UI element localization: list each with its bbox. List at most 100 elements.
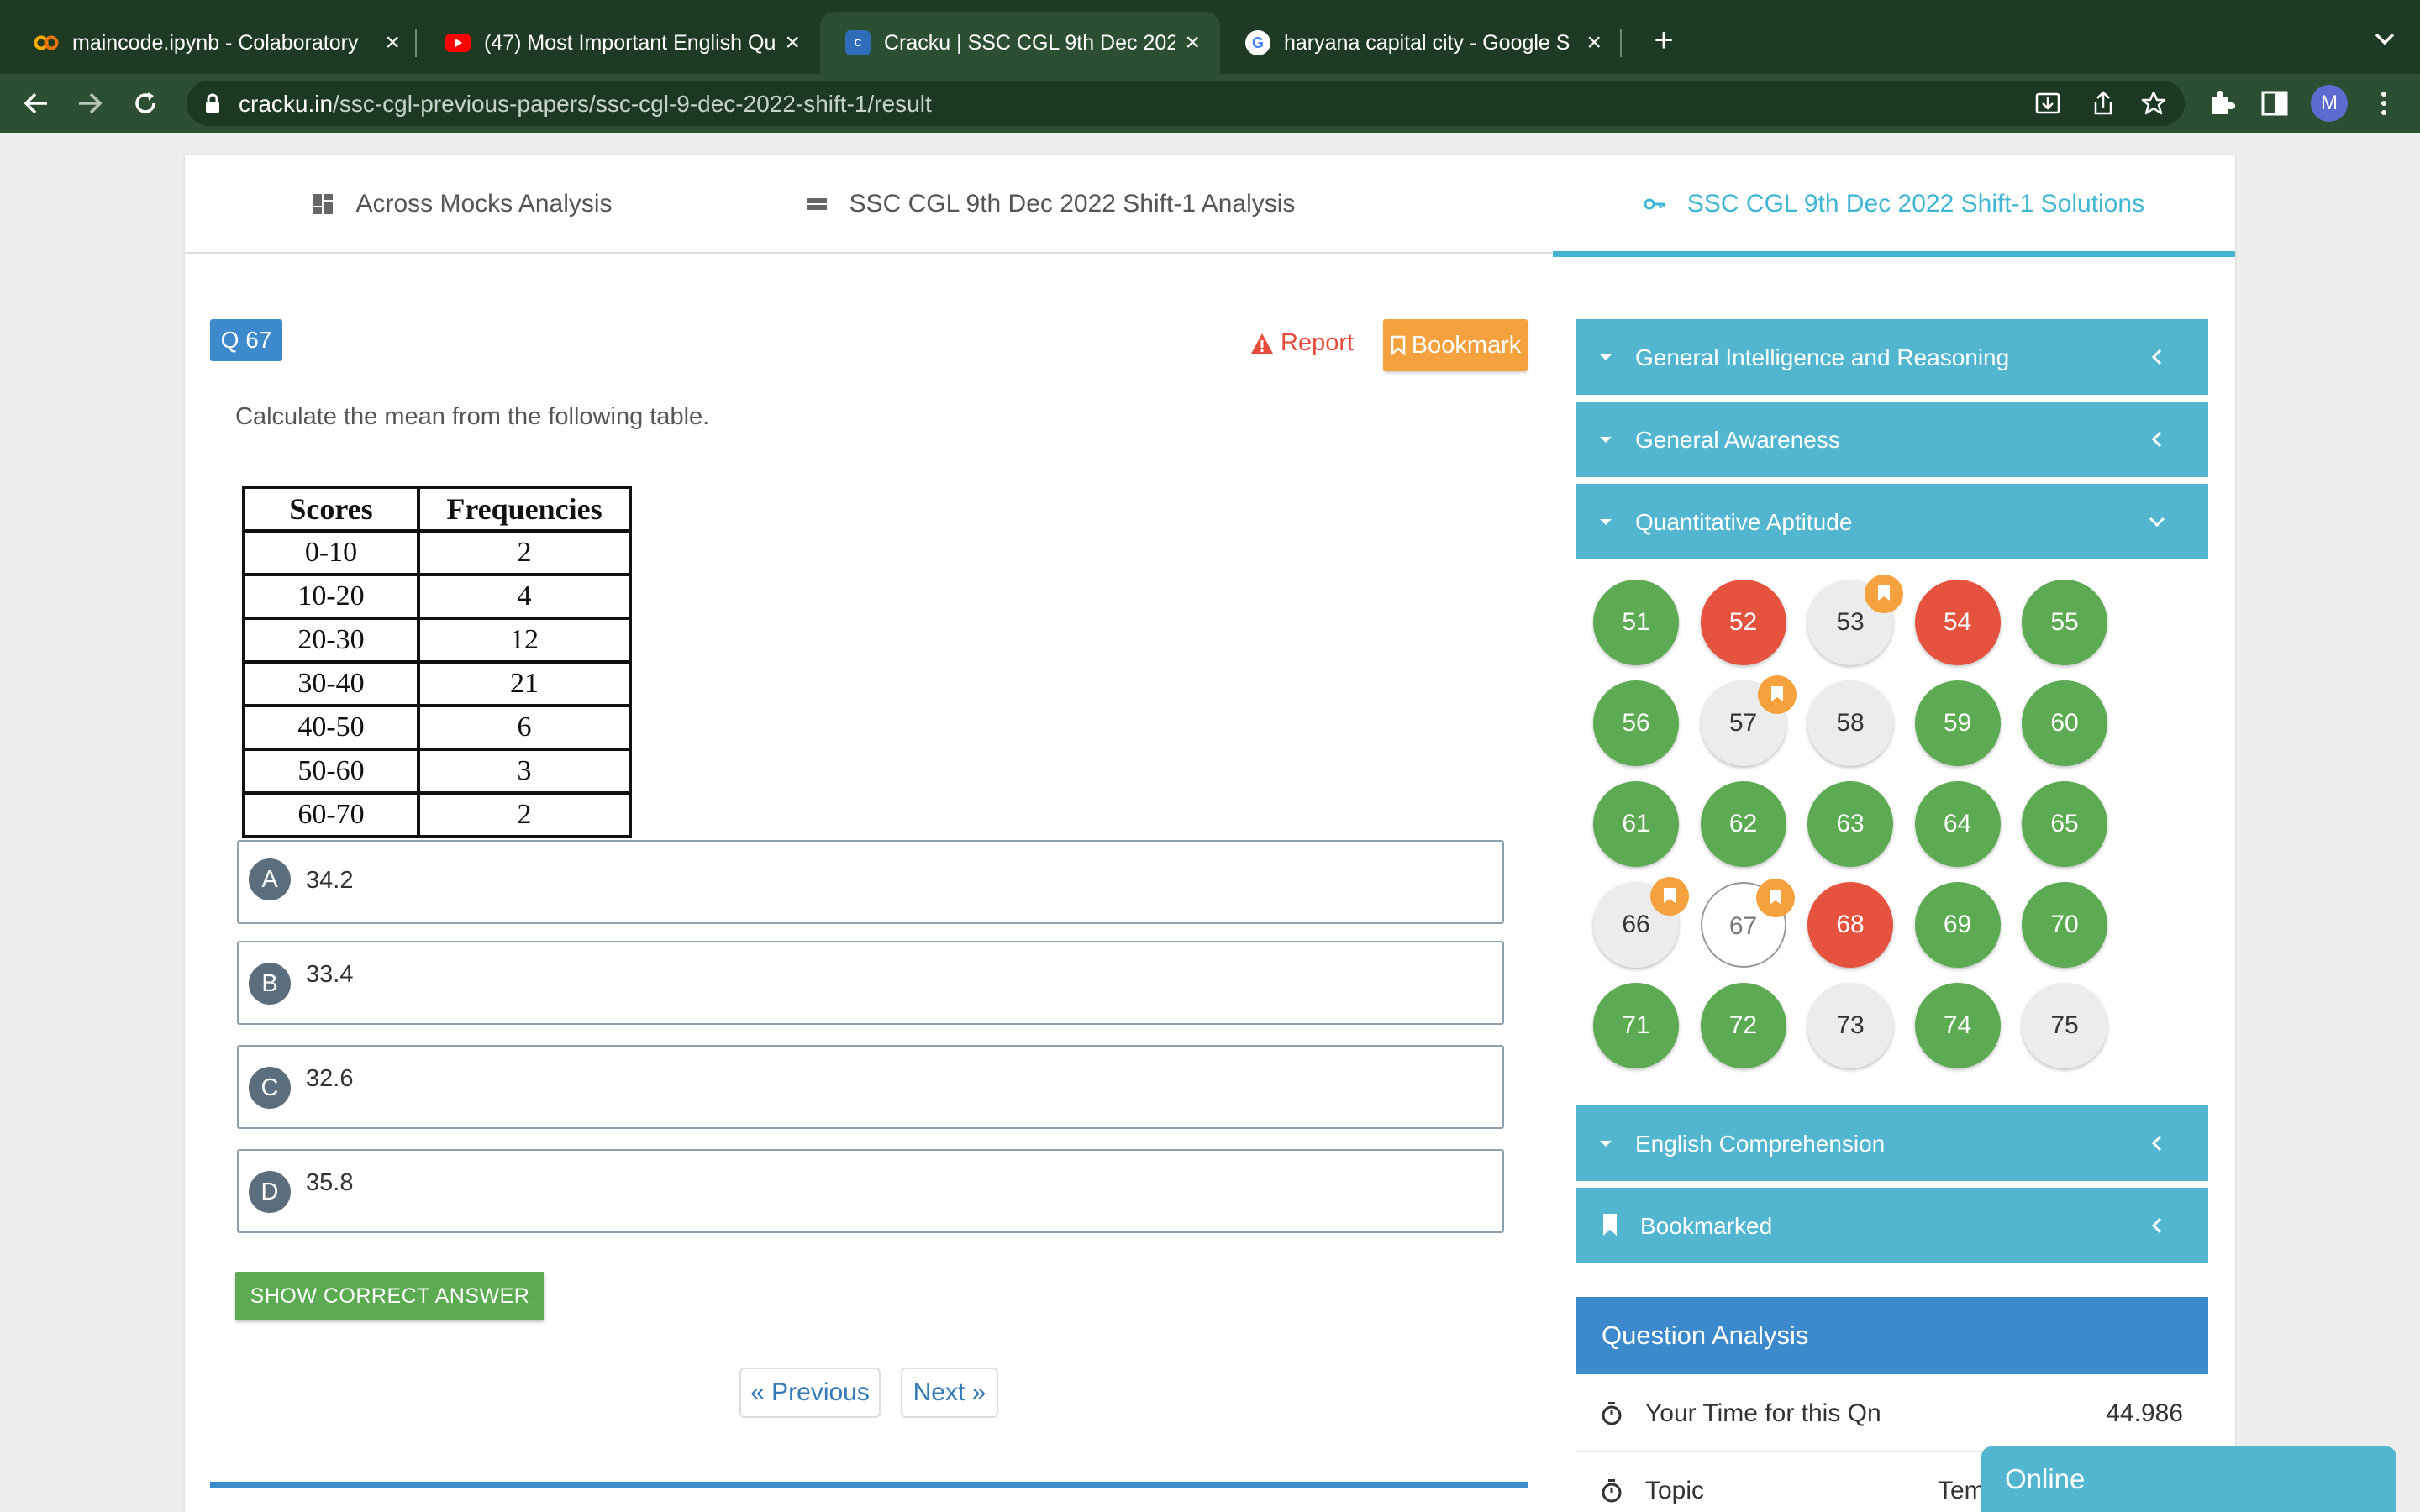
question-palette-item[interactable]: 66 <box>1593 877 1689 968</box>
question-palette-item[interactable]: 54 <box>1914 580 2001 665</box>
question-number: 52 <box>1728 608 1758 636</box>
option-a[interactable]: A 34.2 <box>237 840 1504 924</box>
table-cell: 20-30 <box>242 617 420 664</box>
question-number: 75 <box>2050 1011 2079 1039</box>
tab-label: SSC CGL 9th Dec 2022 Shift-1 Solutions <box>1686 190 2145 218</box>
question-palette-item[interactable]: 61 <box>1593 781 1679 867</box>
tab-label: SSC CGL 9th Dec 2022 Shift-1 Analysis <box>849 190 1296 218</box>
question-palette-item[interactable]: 63 <box>1807 781 1893 867</box>
tab-separator <box>415 29 417 57</box>
close-tab-icon[interactable]: × <box>385 30 400 55</box>
option-c[interactable]: C 32.6 <box>237 1045 1504 1129</box>
option-b[interactable]: B 33.4 <box>237 941 1504 1025</box>
close-tab-icon[interactable]: × <box>785 30 800 55</box>
question-palette-item[interactable]: 52 <box>1700 580 1786 665</box>
question-number: 62 <box>1728 810 1758 837</box>
question-palette-item[interactable]: 64 <box>1914 781 2001 867</box>
chevron-left-icon <box>2151 431 2162 448</box>
question-palette-item[interactable]: 53 <box>1807 575 1903 665</box>
address-bar[interactable]: cracku.in/ssc-cgl-previous-papers/ssc-cg… <box>187 81 2185 126</box>
tab-label: Across Mocks Analysis <box>355 190 613 218</box>
question-number: 51 <box>1622 608 1650 636</box>
question-palette-item[interactable]: 56 <box>1593 680 1679 766</box>
tab-analysis[interactable]: SSC CGL 9th Dec 2022 Shift-1 Analysis <box>739 155 1361 254</box>
url-path: /ssc-cgl-previous-papers/ssc-cgl-9-dec-2… <box>333 91 932 117</box>
question-palette-item[interactable]: 70 <box>2022 882 2107 968</box>
section-quantitative-aptitude[interactable]: Quantitative Aptitude <box>1576 484 2208 559</box>
bookmark-star-icon[interactable] <box>2139 89 2168 118</box>
back-arrow-icon[interactable] <box>17 84 55 123</box>
caret-down-icon <box>1600 519 1612 525</box>
question-palette-item[interactable]: 62 <box>1700 781 1786 867</box>
question-number: 64 <box>1943 810 1972 837</box>
question-number: 72 <box>1728 1011 1758 1039</box>
browser-tab-colab[interactable]: maincode.ipynb - Colaboratory × <box>8 12 420 74</box>
analysis-value: 44.986 <box>2106 1399 2183 1427</box>
tab-across-mocks[interactable]: Across Mocks Analysis <box>185 155 739 254</box>
question-palette-item[interactable]: 55 <box>2022 580 2107 665</box>
warning-icon <box>1251 333 1273 354</box>
section-general-intelligence[interactable]: General Intelligence and Reasoning <box>1576 319 2208 395</box>
option-letter: C <box>249 1067 291 1109</box>
new-tab-button[interactable]: + <box>1644 20 1684 60</box>
install-app-icon[interactable] <box>2033 89 2062 118</box>
extensions-icon[interactable] <box>2205 87 2237 119</box>
close-tab-icon[interactable]: × <box>1185 30 1200 55</box>
option-d[interactable]: D 35.8 <box>237 1149 1504 1233</box>
question-palette-item[interactable]: 72 <box>1700 983 1786 1068</box>
question-palette-item[interactable]: 60 <box>2022 680 2107 766</box>
previous-button[interactable]: « Previous <box>739 1368 881 1418</box>
forward-arrow-icon[interactable] <box>71 84 109 123</box>
table-cell: 21 <box>417 660 632 707</box>
table-cell: 12 <box>417 617 632 664</box>
question-palette-item[interactable]: 57 <box>1700 675 1797 766</box>
close-tab-icon[interactable]: × <box>1586 30 1602 55</box>
colab-icon <box>34 30 59 55</box>
table-row: 40-50 6 <box>242 704 632 751</box>
question-palette-item[interactable]: 59 <box>1914 680 2001 766</box>
question-palette-item[interactable]: 65 <box>2022 781 2107 867</box>
next-button[interactable]: Next » <box>901 1368 998 1418</box>
share-icon[interactable] <box>2089 89 2118 118</box>
table-row: 0-10 2 <box>242 529 632 576</box>
question-palette-item[interactable]: 74 <box>1914 983 2001 1068</box>
url-text: cracku.in/ssc-cgl-previous-papers/ssc-cg… <box>239 91 932 118</box>
more-vertical-icon[interactable] <box>2368 87 2400 119</box>
reload-icon[interactable] <box>126 84 165 123</box>
table-row: 30-40 21 <box>242 660 632 707</box>
tab-search-chevron-icon[interactable] <box>2368 22 2402 55</box>
section-english-comprehension[interactable]: English Comprehension <box>1576 1105 2208 1181</box>
question-palette-item[interactable]: 51 <box>1593 580 1679 665</box>
question-palette-item[interactable]: 73 <box>1807 983 1893 1068</box>
question-text: Calculate the mean from the following ta… <box>235 403 710 430</box>
side-panel-icon[interactable] <box>2259 87 2291 119</box>
tab-separator <box>1620 29 1622 57</box>
question-palette-item[interactable]: 58 <box>1807 680 1893 766</box>
question-number: 58 <box>1836 709 1865 737</box>
section-bookmarked[interactable]: Bookmarked <box>1576 1188 2208 1263</box>
online-chat-widget[interactable]: Online <box>1981 1446 2396 1512</box>
browser-tab-youtube[interactable]: (47) Most Important English Qu × <box>420 12 820 74</box>
question-palette-item[interactable]: 69 <box>1914 882 2001 968</box>
profile-avatar[interactable]: M <box>2311 85 2348 122</box>
browser-tab-google[interactable]: G haryana capital city - Google S × <box>1220 12 1622 74</box>
browser-tab-cracku[interactable]: C Cracku | SSC CGL 9th Dec 202 × <box>820 12 1220 74</box>
tab-solutions[interactable]: SSC CGL 9th Dec 2022 Shift-1 Solutions <box>1553 155 2235 257</box>
tab-title: Cracku | SSC CGL 9th Dec 202 <box>884 30 1176 55</box>
caret-down-icon <box>1600 437 1612 443</box>
table-cell: 60-70 <box>242 791 420 838</box>
list-icon <box>806 198 827 210</box>
question-number: 67 <box>1728 912 1758 940</box>
section-general-awareness[interactable]: General Awareness <box>1576 402 2208 477</box>
tab-title: haryana capital city - Google S <box>1284 30 1570 55</box>
question-palette-item[interactable]: 75 <box>2022 983 2107 1068</box>
question-palette-item[interactable]: 67 <box>1700 879 1795 968</box>
show-correct-answer-button[interactable]: SHOW CORRECT ANSWER <box>235 1272 544 1320</box>
question-palette-item[interactable]: 71 <box>1593 983 1679 1068</box>
question-number: 65 <box>2050 810 2079 837</box>
question-palette-item[interactable]: 68 <box>1807 882 1893 968</box>
bookmark-button[interactable]: Bookmark <box>1383 319 1528 371</box>
report-link[interactable]: Report <box>1250 329 1354 357</box>
analysis-nav: Across Mocks Analysis SSC CGL 9th Dec 20… <box>185 155 2235 257</box>
option-letter: D <box>249 1171 291 1213</box>
